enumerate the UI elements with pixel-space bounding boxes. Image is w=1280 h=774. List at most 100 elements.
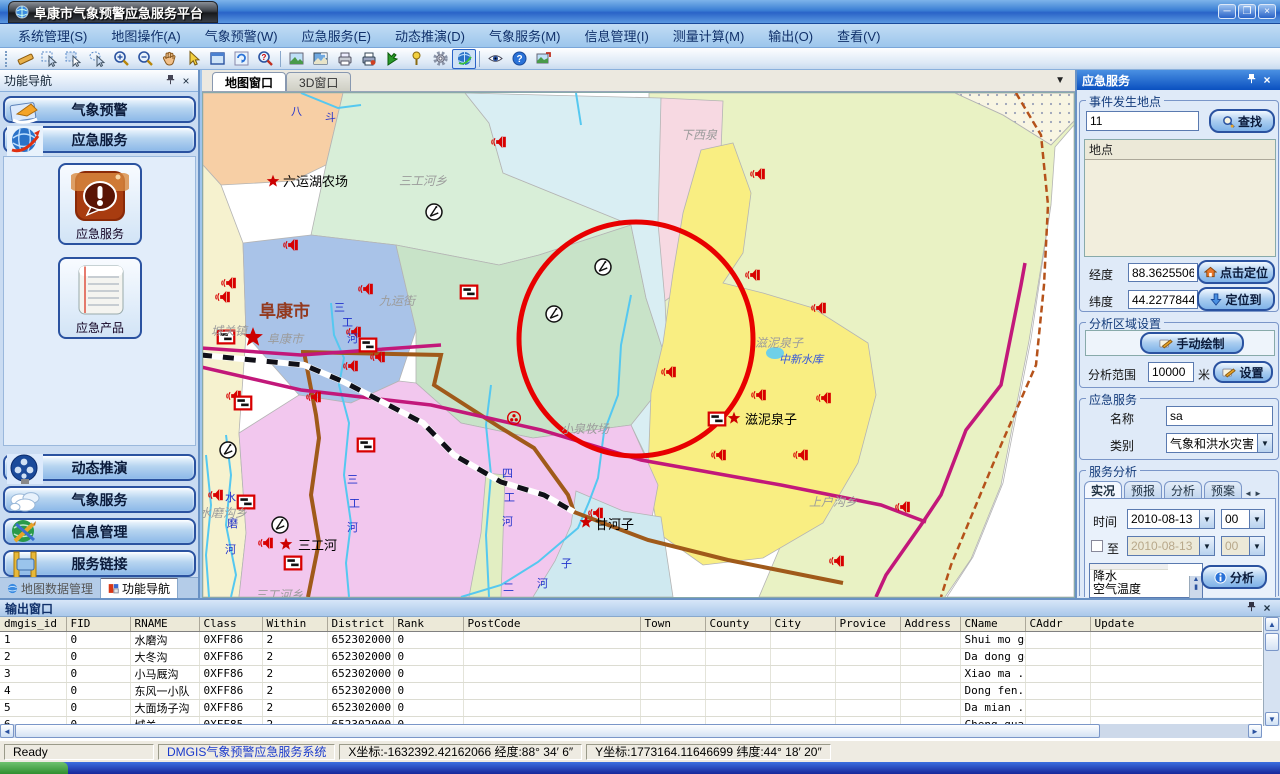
menu-item[interactable]: 输出(O) — [756, 24, 825, 47]
column-header[interactable]: CName — [960, 617, 1025, 631]
map-export-icon[interactable] — [308, 49, 332, 69]
restore-button[interactable]: ❐ — [1238, 4, 1256, 19]
minimize-button[interactable]: ─ — [1218, 4, 1236, 19]
nav-group-emergency-service[interactable]: 应急服务 — [3, 126, 196, 153]
close-icon[interactable]: × — [1259, 73, 1275, 87]
station-flag-marker[interactable] — [358, 439, 375, 452]
station-flag-marker[interactable] — [360, 339, 377, 352]
table-row[interactable]: 20大冬沟0XFF8626523020000Da dong gou — [0, 648, 1262, 665]
hour-select[interactable]: 00 ▼ — [1221, 509, 1265, 529]
eye-icon[interactable] — [483, 49, 507, 69]
pin-icon[interactable] — [1243, 601, 1259, 615]
table-row[interactable]: 50大面场子沟0XFF8626523020000Da mian ... — [0, 699, 1262, 716]
menu-item[interactable]: 查看(V) — [825, 24, 892, 47]
zoom-query-icon[interactable]: ? — [253, 49, 277, 69]
nav-group-service-links[interactable]: 服务链接 — [3, 550, 196, 577]
tab-scroll-left-icon[interactable]: ◄ — [1244, 489, 1252, 498]
nav-group-info-management[interactable]: 信息管理 — [3, 518, 196, 545]
column-header[interactable]: Within — [262, 617, 327, 631]
measure-icon[interactable] — [13, 49, 37, 69]
arrow-green-icon[interactable] — [380, 49, 404, 69]
menu-item[interactable]: 地图操作(A) — [99, 24, 192, 47]
location-search-input[interactable] — [1086, 111, 1199, 131]
search-button[interactable]: 查找 — [1209, 109, 1275, 133]
location-list[interactable]: 地点 — [1084, 139, 1276, 257]
date-select[interactable]: 2010-08-13 ▼ — [1127, 509, 1215, 529]
start-button-edge[interactable] — [0, 762, 68, 774]
close-icon[interactable]: × — [178, 74, 194, 88]
tab-plan[interactable]: 预案 — [1204, 481, 1242, 498]
dropdown-icon[interactable]: ▼ — [1249, 537, 1264, 555]
scroll-right-icon[interactable]: ► — [1248, 724, 1262, 738]
pin-icon[interactable] — [162, 74, 178, 88]
date-to-select[interactable]: 2010-08-13 ▼ — [1127, 536, 1215, 556]
column-header[interactable]: Address — [900, 617, 960, 631]
dropdown-icon[interactable]: ▼ — [1249, 510, 1264, 528]
manual-draw-button[interactable]: 手动绘制 — [1140, 332, 1244, 354]
locate-to-button[interactable]: 定位到 — [1197, 287, 1275, 311]
instrument-marker[interactable] — [220, 442, 236, 458]
range-input[interactable] — [1148, 362, 1194, 382]
dropdown-icon[interactable]: ▼ — [1257, 434, 1272, 452]
output-horizontal-scrollbar[interactable]: ◄ ► — [0, 724, 1262, 738]
to-checkbox[interactable] — [1091, 540, 1103, 552]
longitude-input[interactable] — [1128, 263, 1198, 282]
select-box-icon[interactable] — [37, 49, 61, 69]
table-row[interactable]: 40东风一小队0XFF8626523020000Dong fen... — [0, 682, 1262, 699]
place-pin-icon[interactable] — [404, 49, 428, 69]
zoom-in-icon[interactable] — [109, 49, 133, 69]
menu-item[interactable]: 测量计算(M) — [661, 24, 757, 47]
column-header[interactable]: City — [770, 617, 835, 631]
map-canvas[interactable]: 六运湖农场三工河乡下西泉九运街阜康市城关镇阜康市滋泥泉子中新水库滋泥泉子上户沟乡… — [202, 92, 1075, 598]
column-header[interactable]: Rank — [393, 617, 463, 631]
help-icon[interactable]: ? — [507, 49, 531, 69]
instrument-marker[interactable] — [426, 204, 442, 220]
latitude-input[interactable] — [1128, 290, 1198, 309]
station-flag-marker[interactable] — [235, 397, 252, 410]
column-header[interactable]: dmgis_id — [0, 617, 66, 631]
emergency-product-shortcut[interactable]: 应急产品 — [58, 257, 142, 339]
tab-analysis[interactable]: 分析 — [1164, 481, 1202, 498]
tab-forecast[interactable]: 预报 — [1124, 481, 1162, 498]
station-flag-marker[interactable] — [285, 557, 302, 570]
column-header[interactable]: Provice — [835, 617, 900, 631]
output-vertical-scrollbar[interactable]: ▲ ▼ — [1263, 617, 1280, 726]
column-header[interactable]: CAddr — [1025, 617, 1090, 631]
menu-item[interactable]: 气象服务(M) — [477, 24, 573, 47]
column-header[interactable]: Update — [1090, 617, 1262, 631]
window-extent-icon[interactable] — [205, 49, 229, 69]
tab-list-dropdown-icon[interactable]: ▼ — [1055, 75, 1065, 86]
pan-hand-icon[interactable] — [157, 49, 181, 69]
gear-icon[interactable] — [428, 49, 452, 69]
dropdown-icon[interactable]: ▼ — [1199, 510, 1214, 528]
tab-live[interactable]: 实况 — [1084, 481, 1122, 498]
instrument-marker[interactable] — [272, 517, 288, 533]
table-row[interactable]: 30小马厩沟0XFF8626523020000Xiao ma ... — [0, 665, 1262, 682]
tab-map-data-management[interactable]: 地图数据管理 — [0, 578, 101, 598]
output-table[interactable]: dmgis_idFIDRNAMEClassWithinDistrictRankP… — [0, 617, 1262, 726]
set-range-button[interactable]: 设置 — [1213, 361, 1273, 383]
pin-icon[interactable] — [1243, 73, 1259, 87]
tab-3d-view[interactable]: 3D窗口 — [286, 72, 351, 91]
pointer-icon[interactable] — [181, 49, 205, 69]
close-button[interactable]: × — [1258, 4, 1276, 19]
instrument-marker[interactable] — [546, 306, 562, 322]
scroll-left-icon[interactable]: ◄ — [0, 724, 14, 738]
column-header[interactable]: Town — [640, 617, 705, 631]
column-header[interactable]: District — [327, 617, 393, 631]
close-icon[interactable]: × — [1259, 601, 1275, 615]
scroll-down-icon[interactable]: ▼ — [1265, 712, 1279, 726]
tab-map-view[interactable]: 地图窗口 — [212, 72, 286, 91]
column-header[interactable]: PostCode — [463, 617, 640, 631]
menu-item[interactable]: 动态推演(D) — [383, 24, 477, 47]
service-type-select[interactable]: 气象和洪水灾害 ▼ — [1166, 433, 1273, 453]
instrument-marker[interactable] — [595, 259, 611, 275]
menu-item[interactable]: 系统管理(S) — [6, 24, 99, 47]
menu-item[interactable]: 应急服务(E) — [290, 24, 383, 47]
image-icon[interactable] — [284, 49, 308, 69]
scroll-up-icon[interactable]: ▲ — [1265, 617, 1279, 631]
image-export-icon[interactable] — [531, 49, 555, 69]
column-header[interactable]: Class — [199, 617, 262, 631]
nav-group-weather-service[interactable]: 气象服务 — [3, 486, 196, 513]
list-item[interactable]: 空气温度 — [1090, 583, 1202, 596]
